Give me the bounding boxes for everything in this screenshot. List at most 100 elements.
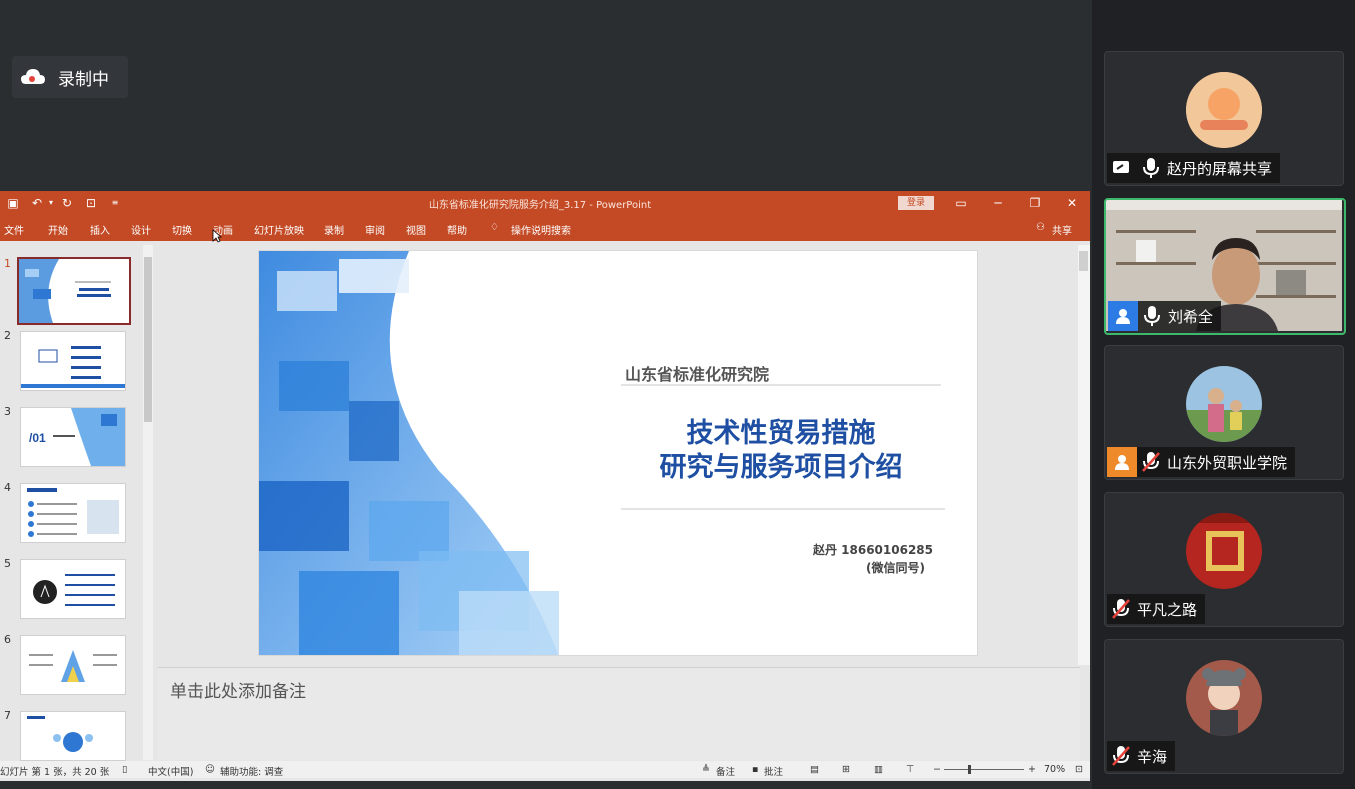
status-bar: 幻灯片 第 1 张，共 20 张 ▯ 中文(中国) ☺ 辅助功能: 调查 ≜ 备…: [0, 761, 1090, 778]
slide-title: 技术性贸易措施 研究与服务项目介绍: [621, 417, 941, 485]
avatar: [1186, 72, 1262, 148]
lightbulb-icon[interactable]: ♢: [490, 222, 499, 233]
participant-label: 辛海: [1107, 741, 1176, 771]
participant-label: 刘希全: [1108, 301, 1222, 331]
microphone-icon: [1144, 306, 1160, 326]
participant-tile-active[interactable]: 刘希全: [1104, 198, 1346, 335]
slide-number: 3: [4, 405, 11, 418]
slide-counter: 幻灯片 第 1 张，共 20 张: [0, 767, 110, 778]
person-icon: [1108, 301, 1138, 331]
svg-text:/01: /01: [29, 431, 46, 445]
microphone-icon: [1143, 158, 1159, 178]
tab-insert[interactable]: 插入: [90, 222, 110, 237]
zoom-in-icon[interactable]: +: [1028, 764, 1036, 775]
slide-thumbnail-3[interactable]: /01: [20, 407, 126, 467]
language-indicator[interactable]: 中文(中国): [148, 764, 193, 778]
avatar: [1186, 366, 1262, 442]
person-icon[interactable]: ⚇: [1036, 222, 1045, 233]
spellcheck-icon[interactable]: ▯: [122, 764, 127, 775]
login-button[interactable]: 登录: [898, 196, 934, 210]
tab-review[interactable]: 审阅: [365, 222, 385, 237]
fit-slide-icon[interactable]: ⊡: [1075, 764, 1083, 775]
share-button[interactable]: 共享: [1052, 222, 1072, 237]
recording-label: 录制中: [58, 69, 109, 90]
avatar: [1186, 513, 1262, 589]
accessibility-status[interactable]: 辅助功能: 调查: [220, 764, 283, 778]
participant-name: 山东外贸职业学院: [1167, 453, 1288, 472]
slide-number: 1: [4, 257, 11, 270]
avatar: [1186, 660, 1262, 736]
cloud-icon: [21, 69, 45, 84]
microphone-muted-icon: [1112, 599, 1130, 619]
recording-badge[interactable]: 录制中: [12, 56, 128, 98]
slide-contact: 赵丹 18660106285: [812, 543, 933, 557]
microphone-muted-icon: [1112, 746, 1130, 766]
tab-record[interactable]: 录制: [324, 222, 344, 237]
ribbon-display-icon[interactable]: ▭: [954, 196, 968, 210]
tab-home[interactable]: 开始: [48, 222, 68, 237]
participant-label: 平凡之路: [1107, 594, 1206, 624]
participants-panel: 赵丹的屏幕共享 刘希全 山东外贸职业学院 平凡之路 辛海: [1092, 0, 1355, 789]
slide-thumbnail-2[interactable]: [20, 331, 126, 391]
reading-view-icon[interactable]: ▥: [874, 764, 883, 775]
tab-design[interactable]: 设计: [131, 222, 151, 237]
zoom-slider-thumb[interactable]: [968, 765, 971, 774]
powerpoint-window: ▣ ↶ ▾ ↻ ⊡ ≡ 山东省标准化研究院服务介绍_3.17 - PowerPo…: [0, 191, 1090, 781]
tab-help[interactable]: 帮助: [447, 222, 467, 237]
minimize-icon[interactable]: ─: [991, 196, 1005, 210]
slide-title-line-1: 技术性贸易措施: [686, 418, 876, 449]
slide-thumbnail-5[interactable]: [20, 559, 126, 619]
notes-placeholder: 单击此处添加备注: [170, 682, 306, 702]
person-icon: [1107, 447, 1137, 477]
notes-button[interactable]: 备注: [716, 764, 735, 778]
slideshow-icon[interactable]: ⊤: [906, 764, 914, 775]
participant-tile[interactable]: 赵丹的屏幕共享: [1104, 51, 1344, 186]
comments-icon: ▪: [752, 764, 759, 775]
title-bar: ▣ ↶ ▾ ↻ ⊡ ≡ 山东省标准化研究院服务介绍_3.17 - PowerPo…: [0, 191, 1090, 215]
zoom-level[interactable]: 70%: [1044, 764, 1065, 775]
slide-number: 2: [4, 329, 11, 342]
thumbnails-scrollbar[interactable]: [143, 245, 153, 760]
screen-share-icon: [1113, 161, 1129, 173]
zoom-out-icon[interactable]: −: [933, 764, 941, 775]
slide-canvas[interactable]: 山东省标准化研究院 技术性贸易措施 研究与服务项目介绍 赵丹 186601062…: [258, 250, 978, 656]
slide-number: 7: [4, 709, 11, 722]
tell-me-search[interactable]: 操作说明搜索: [511, 222, 571, 237]
participant-label: 山东外贸职业学院: [1107, 447, 1296, 477]
slide-thumbnail-6[interactable]: [20, 635, 126, 695]
slide-scrollbar[interactable]: [1078, 245, 1090, 665]
microphone-muted-icon: [1142, 452, 1160, 472]
tab-slideshow[interactable]: 幻灯片放映: [254, 222, 304, 237]
restore-icon[interactable]: ❐: [1028, 196, 1042, 210]
slide-org-name: 山东省标准化研究院: [625, 365, 770, 384]
slide-sorter-icon[interactable]: ⊞: [842, 764, 850, 775]
slide-number: 6: [4, 633, 11, 646]
close-icon[interactable]: ✕: [1065, 196, 1079, 210]
accessibility-icon: ☺: [205, 764, 215, 775]
ribbon-tabs: 文件 开始 插入 设计 切换 动画 幻灯片放映 录制 审阅 视图 帮助 ♢ 操作…: [0, 215, 1090, 243]
participant-name: 刘希全: [1168, 307, 1214, 326]
slide-thumbnail-1[interactable]: [17, 257, 131, 325]
tab-transitions[interactable]: 切换: [172, 222, 192, 237]
comments-button[interactable]: 批注: [764, 764, 783, 778]
tab-view[interactable]: 视图: [406, 222, 426, 237]
slide-number: 4: [4, 481, 11, 494]
notes-pane[interactable]: 单击此处添加备注: [158, 667, 1080, 760]
participant-tile[interactable]: 辛海: [1104, 639, 1344, 774]
participant-tile[interactable]: 平凡之路: [1104, 492, 1344, 627]
notes-icon: ≜: [702, 764, 710, 775]
slide-thumbnail-7[interactable]: [20, 711, 126, 761]
slide-wechat-note: (微信同号): [866, 561, 925, 575]
slide-thumbnail-4[interactable]: [20, 483, 126, 543]
slide-title-line-2: 研究与服务项目介绍: [659, 452, 903, 483]
participant-name: 平凡之路: [1137, 600, 1198, 619]
participant-tile[interactable]: 山东外贸职业学院: [1104, 345, 1344, 480]
participant-label: 赵丹的屏幕共享: [1107, 153, 1281, 183]
zoom-slider[interactable]: [944, 765, 1024, 774]
slide-number: 5: [4, 557, 11, 570]
participant-name: 辛海: [1137, 747, 1168, 766]
participant-name: 赵丹的屏幕共享: [1167, 159, 1273, 178]
slide-thumbnails-pane: 1 2 3 /01 4 5 6 7: [0, 241, 155, 761]
tab-file[interactable]: 文件: [4, 222, 24, 237]
normal-view-icon[interactable]: ▤: [810, 764, 819, 775]
